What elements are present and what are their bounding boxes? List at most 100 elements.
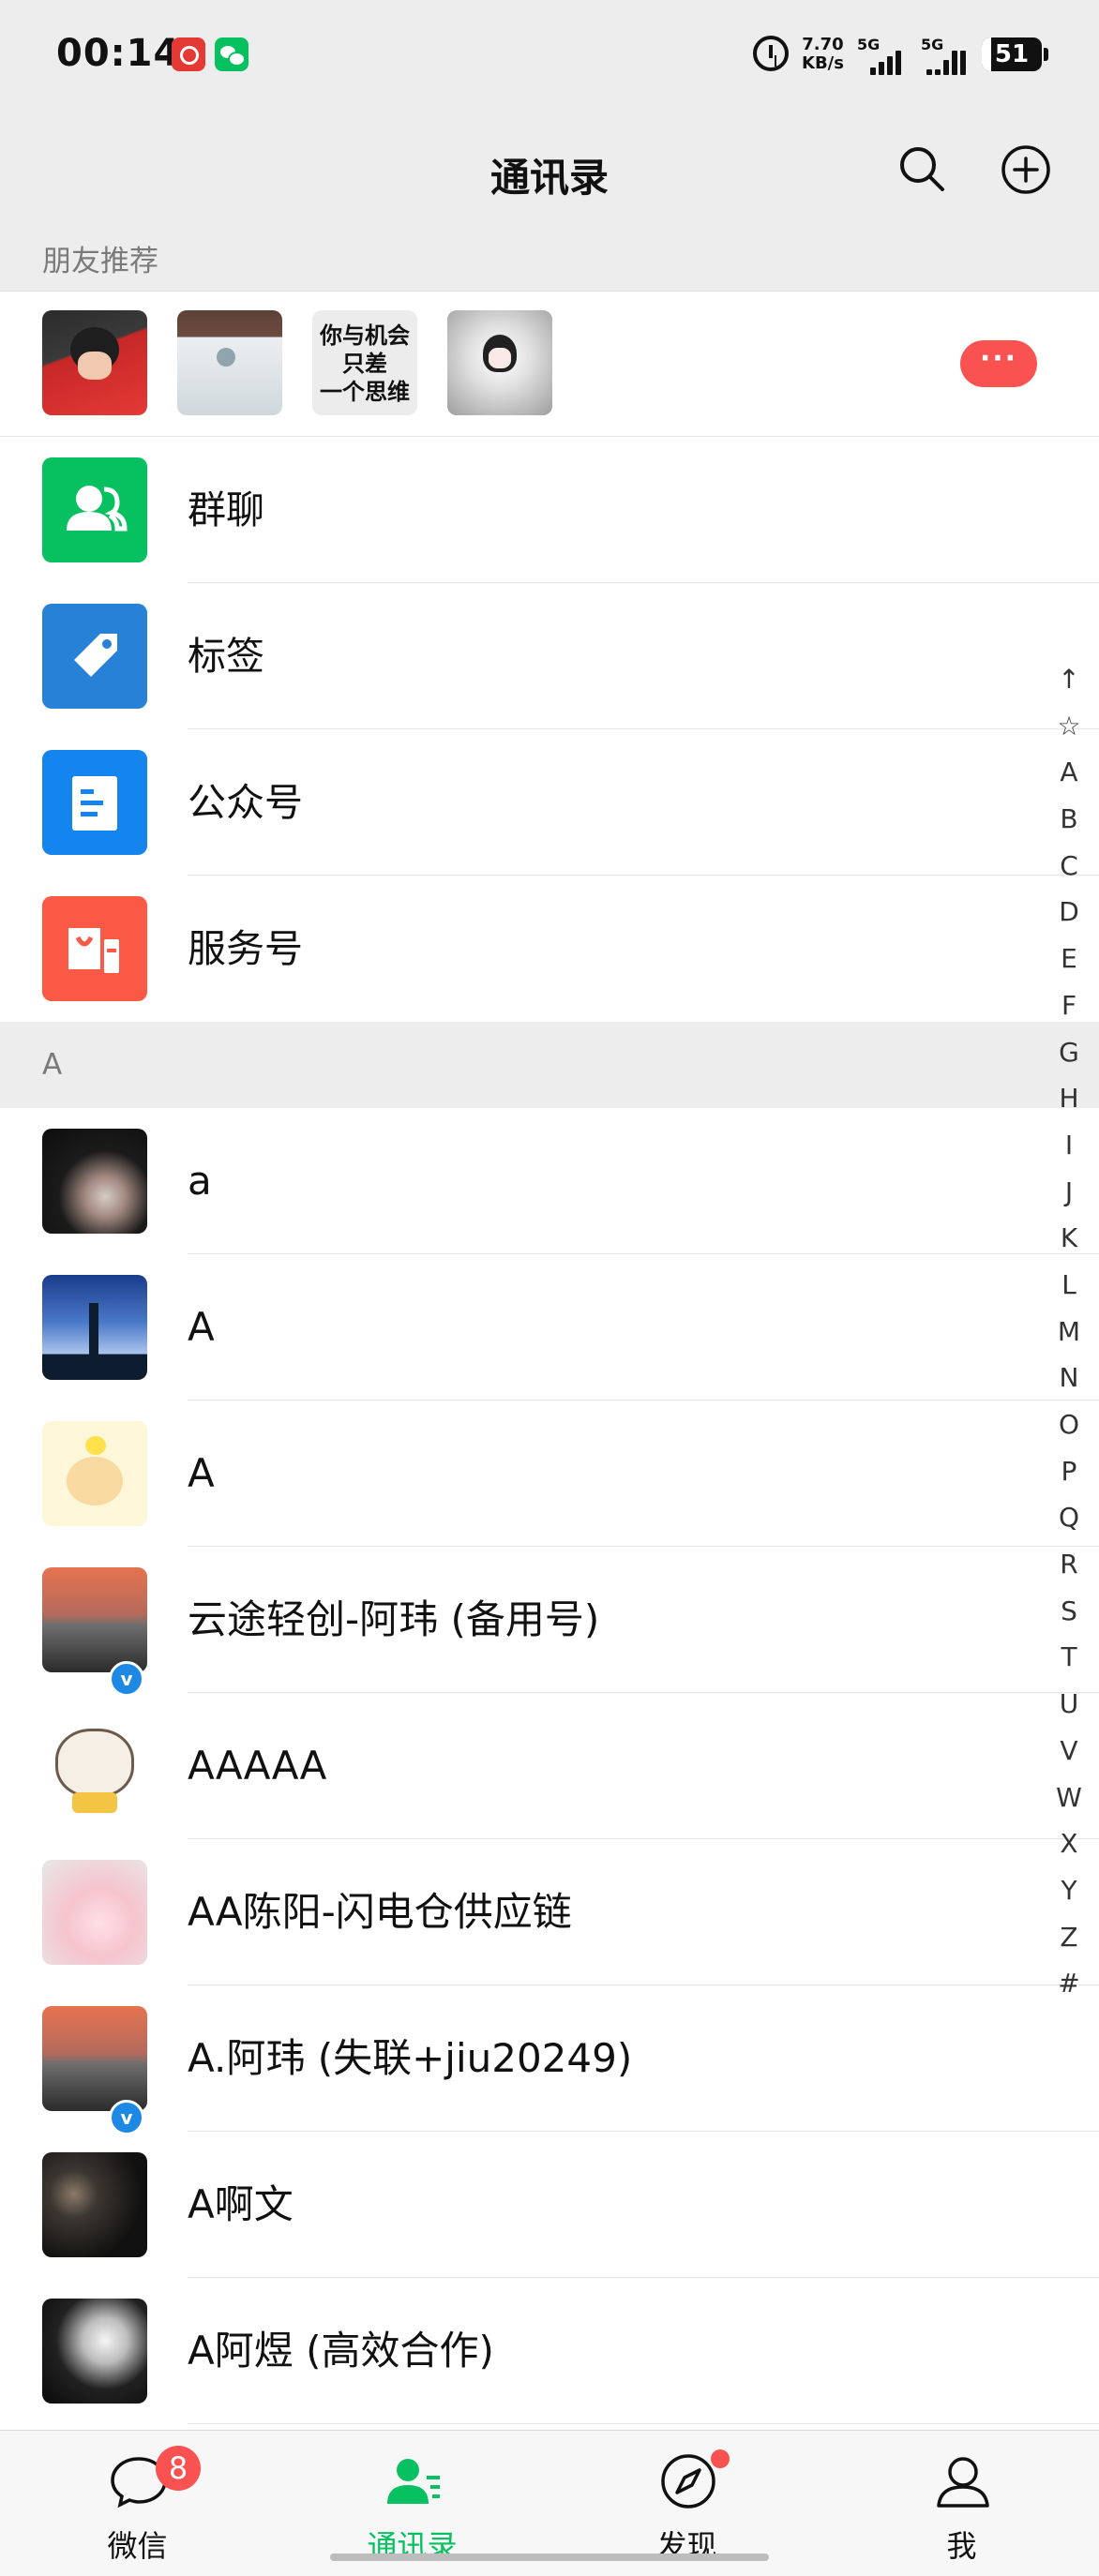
wechat-icon [215, 37, 248, 71]
index-letter[interactable]: ☆ [1050, 703, 1088, 750]
search-icon[interactable] [897, 144, 946, 193]
index-letter[interactable]: W [1050, 1775, 1088, 1821]
contact-item[interactable]: v 云途轻创-阿玮 (备用号) [0, 1547, 1099, 1697]
me-icon [937, 2457, 989, 2508]
avatar [42, 1714, 147, 1819]
contact-name: A.阿玮 (失联+jiu20249) [188, 2035, 633, 2081]
verified-badge: v [109, 2100, 144, 2135]
contact-item[interactable]: a [0, 1108, 1099, 1254]
nav-bar: 通讯录 [0, 111, 1099, 232]
index-letter[interactable]: O [1050, 1401, 1088, 1448]
index-letter[interactable]: E [1050, 936, 1088, 982]
contact-name: a [188, 1158, 212, 1204]
battery-icon: 51 [982, 37, 1048, 71]
new-dot [711, 2449, 730, 2468]
service-account-icon [42, 896, 147, 1001]
contact-name: AA陈阳-闪电仓供应链 [188, 1889, 572, 1935]
index-letter[interactable]: ↑ [1050, 656, 1088, 703]
index-letter[interactable]: X [1050, 1820, 1088, 1867]
index-letter[interactable]: # [1050, 1960, 1088, 2007]
index-letter[interactable]: J [1050, 1169, 1088, 1216]
group-chat-icon [42, 457, 147, 562]
contact-item[interactable]: v A.阿玮 (失联+jiu20249) [0, 1985, 1099, 2135]
index-letter[interactable]: H [1050, 1075, 1088, 1122]
unread-badge: 8 [156, 2446, 201, 2491]
home-indicator[interactable] [330, 2554, 769, 2561]
feature-label: 标签 [188, 634, 264, 679]
contact-item[interactable]: AA陈阳-闪电仓供应链 [0, 1839, 1099, 1985]
index-letter[interactable]: Z [1050, 1914, 1088, 1961]
tab-chats[interactable]: 8 微信 [0, 2431, 275, 2576]
feature-item-service-accounts[interactable]: 服务号 [0, 876, 1099, 1022]
index-letter[interactable]: G [1050, 1029, 1088, 1076]
contact-name: 云途轻创-阿玮 (备用号) [188, 1596, 600, 1642]
more-button[interactable]: ··· [960, 340, 1037, 387]
index-letter[interactable]: Q [1050, 1494, 1088, 1541]
avatar [42, 2006, 147, 2111]
contact-name: A [188, 1450, 215, 1496]
avatar [42, 1275, 147, 1380]
index-letter[interactable]: M [1050, 1309, 1088, 1355]
net-speed-value: 7.70 [802, 35, 844, 54]
index-letter[interactable]: D [1050, 889, 1088, 936]
index-letter[interactable]: N [1050, 1355, 1088, 1401]
avatar [42, 2299, 147, 2404]
tab-label: 微信 [107, 2528, 168, 2564]
avatar [42, 1421, 147, 1526]
net-speed: 7.70 KB/s [802, 36, 844, 77]
add-icon[interactable] [1001, 144, 1051, 195]
index-letter[interactable]: C [1050, 843, 1088, 890]
signal-icon-2 [926, 49, 966, 75]
alphabet-index[interactable]: ↑ ☆ A B C D E F G H I J K L M N O P Q R S T U V W X Y Z # [1050, 656, 1088, 2007]
status-time: 00:14 [56, 32, 181, 75]
contact-item[interactable]: A阿煜 (高效合作) [0, 2278, 1099, 2424]
index-letter[interactable]: Y [1050, 1867, 1088, 1914]
discover-icon [661, 2454, 715, 2509]
index-letter[interactable]: S [1050, 1588, 1088, 1635]
divider [188, 2423, 1099, 2424]
index-letter[interactable]: K [1050, 1215, 1088, 1262]
index-letter[interactable]: F [1050, 982, 1088, 1029]
tab-me[interactable]: 我 [824, 2431, 1099, 2576]
feature-label: 公众号 [188, 780, 303, 825]
index-letter[interactable]: P [1050, 1448, 1088, 1495]
contact-name: A [188, 1304, 215, 1350]
contact-item[interactable]: A啊文 [0, 2132, 1099, 2278]
recommend-avatar[interactable] [177, 310, 282, 415]
index-letter[interactable]: A [1050, 749, 1088, 796]
section-header-a: A [0, 1022, 1099, 1108]
contact-name: A阿煜 (高效合作) [188, 2328, 494, 2374]
index-letter[interactable]: T [1050, 1634, 1088, 1681]
friends-recommend-row[interactable]: 你与机会 只差 一个思维 ··· [0, 291, 1099, 437]
contact-item[interactable]: A [0, 1400, 1099, 1547]
recommend-avatar-text[interactable]: 你与机会 只差 一个思维 [312, 310, 417, 415]
contact-name: AAAAA [188, 1743, 327, 1789]
contact-name: A啊文 [188, 2181, 294, 2227]
official-account-icon [42, 750, 147, 855]
alarm-icon [753, 36, 789, 71]
index-letter[interactable]: R [1050, 1541, 1088, 1588]
index-letter[interactable]: L [1050, 1262, 1088, 1309]
index-letter[interactable]: U [1050, 1681, 1088, 1728]
contact-list: a A A v 云途轻创-阿玮 (备用号) AAAAA AA陈阳-闪电仓供应链 [0, 1108, 1099, 2430]
net-speed-unit: KB/s [802, 53, 844, 73]
contact-item[interactable]: AAAAA [0, 1693, 1099, 1839]
avatar [42, 1567, 147, 1672]
contacts-icon [387, 2459, 440, 2504]
index-letter[interactable]: I [1050, 1122, 1088, 1169]
avatar [42, 1129, 147, 1234]
netease-music-icon [172, 37, 205, 71]
feature-item-tags[interactable]: 标签 [0, 583, 1099, 729]
status-bar: 00:14 7.70 KB/s 5G 5G 51 [0, 0, 1099, 111]
avatar [42, 1860, 147, 1965]
friends-recommend-header: 朋友推荐 [0, 232, 1099, 291]
recommend-avatar[interactable] [447, 310, 552, 415]
contact-item[interactable]: A [0, 1254, 1099, 1400]
tag-icon [42, 604, 147, 709]
recommend-avatar[interactable] [42, 310, 147, 415]
feature-item-group-chat[interactable]: 群聊 [0, 437, 1099, 583]
index-letter[interactable]: V [1050, 1728, 1088, 1775]
index-letter[interactable]: B [1050, 796, 1088, 843]
feature-label: 群聊 [188, 487, 264, 532]
feature-item-official-accounts[interactable]: 公众号 [0, 729, 1099, 876]
